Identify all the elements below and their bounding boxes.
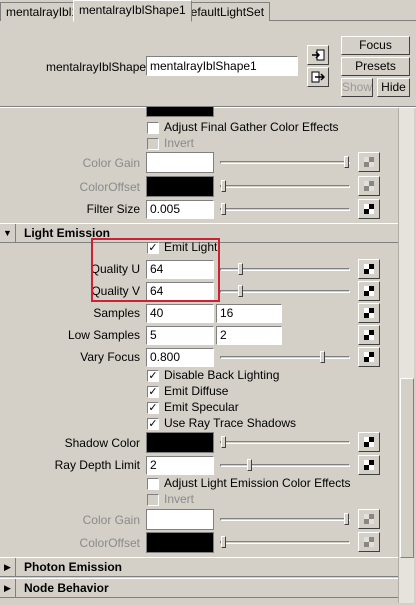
ray-depth-limit-slider[interactable] bbox=[220, 459, 350, 471]
samples-field-a[interactable]: 40 bbox=[146, 304, 214, 323]
use-ray-trace-shadows-label: Use Ray Trace Shadows bbox=[164, 416, 297, 430]
highlight-annotation-box bbox=[91, 238, 220, 302]
samples-field-b[interactable]: 16 bbox=[216, 304, 282, 323]
checker-icon bbox=[364, 264, 374, 274]
quality-v-map-button[interactable] bbox=[358, 281, 380, 301]
attribute-panel: Adjust Final Gather Color Effects Invert… bbox=[0, 107, 398, 603]
partial-color-swatch[interactable] bbox=[146, 107, 214, 117]
collapse-triangle-icon: ▼ bbox=[0, 224, 16, 242]
vary-focus-label: Vary Focus bbox=[80, 350, 140, 364]
checker-icon bbox=[364, 308, 374, 318]
tab-mentalrayiblshape1[interactable]: mentalrayIblShape1 bbox=[73, 0, 192, 22]
disable-back-lighting-label: Disable Back Lighting bbox=[164, 368, 280, 382]
show-button[interactable]: Show bbox=[341, 78, 373, 97]
checker-icon bbox=[364, 514, 374, 524]
filter-size-slider[interactable] bbox=[220, 203, 350, 215]
shadow-color-map-button[interactable] bbox=[358, 432, 380, 452]
filter-size-label: Filter Size bbox=[86, 202, 140, 216]
color-offset-label: ColorOffset bbox=[79, 180, 140, 194]
checker-icon bbox=[364, 352, 374, 362]
color-offset-map-button[interactable] bbox=[358, 176, 380, 196]
le-color-gain-swatch[interactable] bbox=[146, 509, 214, 530]
tab-defaultlightset[interactable]: defaultLightSet bbox=[178, 2, 271, 21]
adjust-fg-checkbox[interactable] bbox=[147, 122, 159, 134]
color-gain-label: Color Gain bbox=[82, 156, 140, 170]
color-offset-slider[interactable] bbox=[220, 180, 350, 192]
use-ray-trace-shadows-checkbox[interactable]: ✓ bbox=[147, 418, 159, 430]
shadow-color-slider[interactable] bbox=[220, 436, 350, 448]
le-color-offset-map-button[interactable] bbox=[358, 532, 380, 552]
le-color-offset-slider[interactable] bbox=[220, 536, 350, 548]
checker-icon bbox=[364, 460, 374, 470]
checker-icon bbox=[364, 286, 374, 296]
ray-depth-limit-field[interactable]: 2 bbox=[146, 456, 214, 475]
filter-size-map-button[interactable] bbox=[358, 199, 380, 219]
quality-u-slider[interactable] bbox=[220, 263, 350, 275]
shape-name-field[interactable]: mentalrayIblShape1 bbox=[146, 56, 298, 76]
adjust-le-label: Adjust Light Emission Color Effects bbox=[164, 476, 351, 490]
le-color-gain-label: Color Gain bbox=[82, 513, 140, 527]
shape-label: mentalrayIblShape: bbox=[46, 60, 150, 74]
invert-fg-label: Invert bbox=[164, 136, 195, 150]
input-arrow-icon bbox=[312, 49, 325, 61]
focus-button[interactable]: Focus bbox=[341, 36, 410, 55]
color-offset-swatch[interactable] bbox=[146, 176, 214, 197]
presets-button[interactable]: Presets bbox=[341, 57, 410, 76]
color-gain-swatch[interactable] bbox=[146, 152, 214, 173]
invert-le-label: Invert bbox=[164, 492, 195, 506]
vary-focus-field[interactable]: 0.800 bbox=[146, 348, 214, 367]
low-samples-field-a[interactable]: 5 bbox=[146, 326, 214, 345]
quality-v-slider[interactable] bbox=[220, 285, 350, 297]
vary-focus-map-button[interactable] bbox=[358, 347, 380, 367]
output-arrow-icon bbox=[311, 71, 325, 83]
low-samples-label: Low Samples bbox=[67, 328, 140, 342]
ray-depth-limit-map-button[interactable] bbox=[358, 455, 380, 475]
adjust-le-checkbox[interactable] bbox=[147, 478, 159, 490]
adjust-fg-label: Adjust Final Gather Color Effects bbox=[164, 120, 339, 134]
tab-mentalrayibl1[interactable]: mentalrayIbl1 bbox=[0, 2, 85, 21]
checker-icon bbox=[364, 437, 374, 447]
expand-triangle-icon: ▶ bbox=[0, 579, 16, 597]
le-color-offset-swatch[interactable] bbox=[146, 532, 214, 553]
scrollbar-thumb[interactable] bbox=[400, 378, 414, 558]
photon-emission-title: Photon Emission bbox=[24, 560, 123, 574]
photon-emission-section-header[interactable]: ▶ Photon Emission bbox=[0, 557, 398, 577]
checker-icon bbox=[364, 157, 374, 167]
emit-diffuse-label: Emit Diffuse bbox=[164, 384, 229, 398]
node-behavior-title: Node Behavior bbox=[24, 581, 109, 595]
vertical-scrollbar[interactable] bbox=[398, 108, 414, 603]
checker-icon bbox=[364, 537, 374, 547]
shadow-color-swatch[interactable] bbox=[146, 432, 214, 453]
samples-label: Samples bbox=[93, 306, 140, 320]
tab-bar: mentalrayIbl1 mentalrayIblShape1 default… bbox=[0, 0, 416, 22]
node-behavior-section-header[interactable]: ▶ Node Behavior bbox=[0, 578, 398, 598]
low-samples-map-button[interactable] bbox=[358, 325, 380, 345]
disable-back-lighting-checkbox[interactable]: ✓ bbox=[147, 370, 159, 382]
hide-button[interactable]: Hide bbox=[377, 78, 410, 97]
attribute-header: mentalrayIblShape: mentalrayIblShape1 Fo… bbox=[0, 21, 416, 107]
checker-icon bbox=[364, 204, 374, 214]
copy-tab-button[interactable] bbox=[307, 67, 329, 87]
le-color-gain-map-button[interactable] bbox=[358, 509, 380, 529]
low-samples-field-b[interactable]: 2 bbox=[216, 326, 282, 345]
vary-focus-slider[interactable] bbox=[220, 351, 350, 363]
emit-diffuse-checkbox[interactable]: ✓ bbox=[147, 386, 159, 398]
invert-le-checkbox bbox=[147, 494, 159, 506]
invert-fg-checkbox bbox=[147, 138, 159, 150]
expand-triangle-icon: ▶ bbox=[0, 558, 16, 576]
samples-map-button[interactable] bbox=[358, 303, 380, 323]
emit-specular-checkbox[interactable]: ✓ bbox=[147, 402, 159, 414]
checker-icon bbox=[364, 330, 374, 340]
le-color-gain-slider[interactable] bbox=[220, 513, 350, 525]
ray-depth-limit-label: Ray Depth Limit bbox=[54, 458, 140, 472]
emit-specular-label: Emit Specular bbox=[164, 400, 239, 414]
quality-u-map-button[interactable] bbox=[358, 259, 380, 279]
color-gain-slider[interactable] bbox=[220, 156, 350, 168]
checker-icon bbox=[364, 181, 374, 191]
load-attributes-button[interactable] bbox=[307, 45, 329, 65]
shadow-color-label: Shadow Color bbox=[64, 436, 140, 450]
filter-size-field[interactable]: 0.005 bbox=[146, 200, 214, 219]
le-color-offset-label: ColorOffset bbox=[79, 536, 140, 550]
color-gain-map-button[interactable] bbox=[358, 152, 380, 172]
